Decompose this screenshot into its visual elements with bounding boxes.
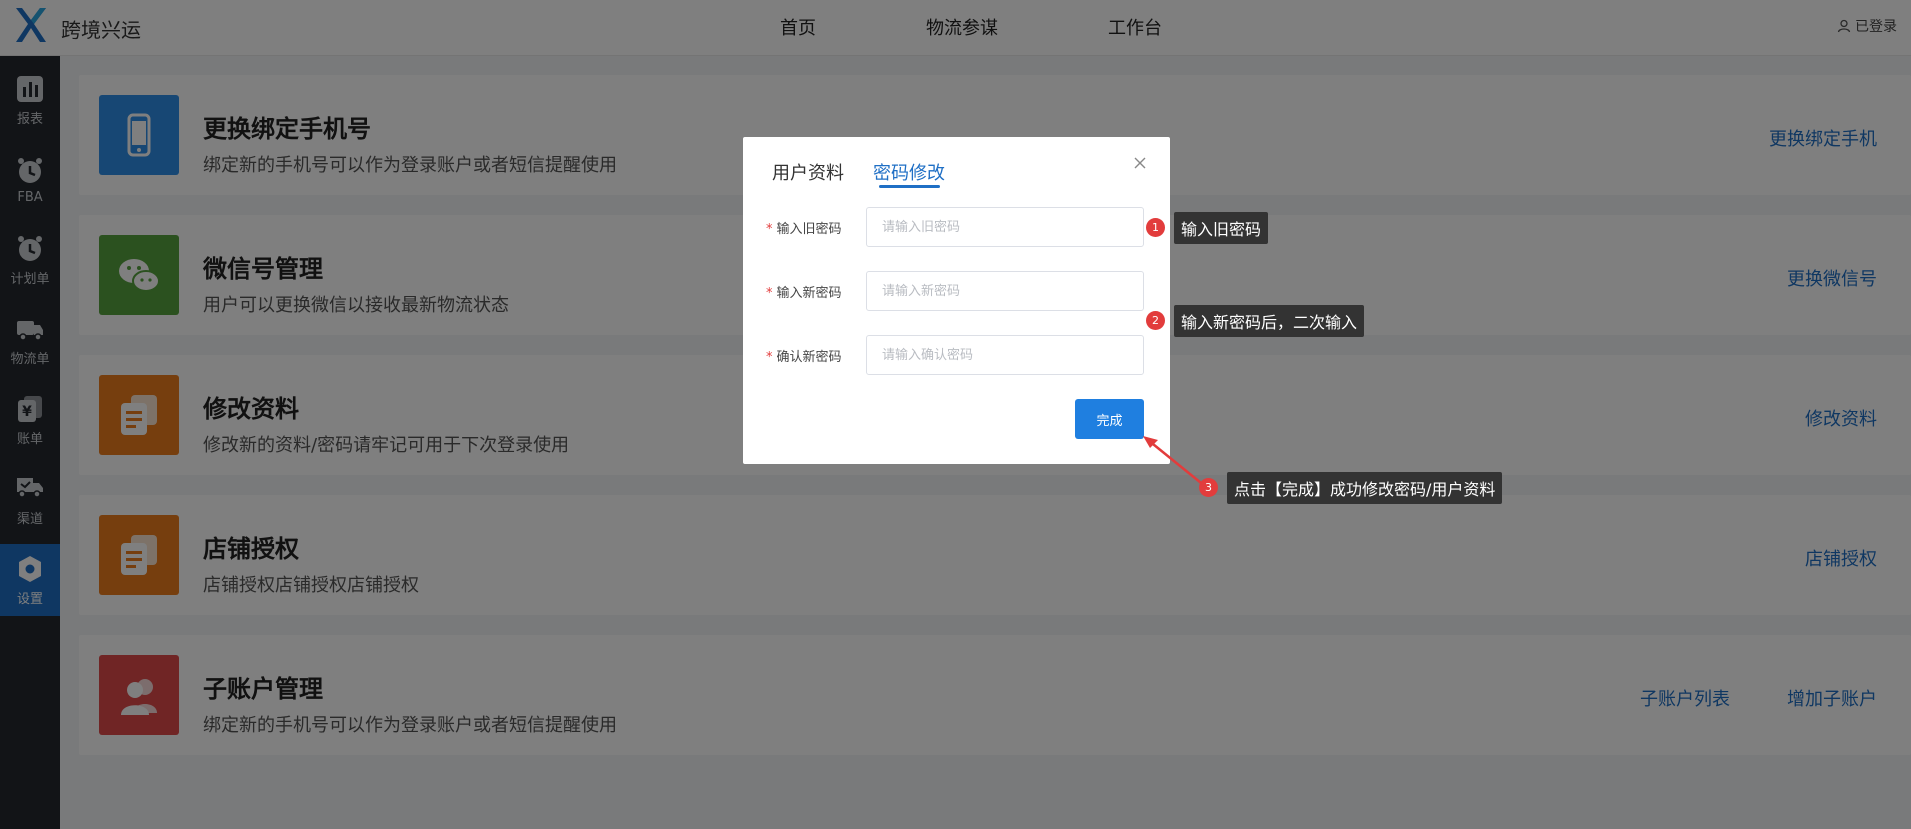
confirm-password-input[interactable] [866,335,1144,375]
confirm-password-label: * 确认新密码 [766,346,842,365]
active-tab-indicator [879,185,940,188]
annotation-badge-2: 2 [1146,311,1165,330]
annotation-tip-1: 输入旧密码 [1174,212,1269,244]
required-mark: * [766,350,773,365]
annotation-tip-2: 输入新密码后，二次输入 [1174,305,1365,337]
new-password-input[interactable] [866,271,1144,311]
submit-button[interactable]: 完成 [1075,399,1144,439]
required-mark: * [766,222,773,237]
tab-password-change[interactable]: 密码修改 [873,159,945,185]
required-mark: * [766,286,773,301]
old-password-input[interactable] [866,207,1144,247]
annotation-tip-3: 点击【完成】成功修改密码/用户资料 [1227,472,1503,504]
old-password-label: * 输入旧密码 [766,218,842,237]
close-icon[interactable] [1132,155,1148,171]
tab-user-profile[interactable]: 用户资料 [772,159,844,185]
new-password-label: * 输入新密码 [766,282,842,301]
annotation-badge-1: 1 [1146,218,1165,237]
field-label-text: 输入新密码 [776,286,842,301]
field-label-text: 输入旧密码 [776,222,842,237]
annotation-badge-3: 3 [1199,478,1218,497]
field-label-text: 确认新密码 [776,350,842,365]
password-modal: 用户资料 密码修改 * 输入旧密码 * 输入新密码 * 确认新密码 完成 [743,137,1170,464]
